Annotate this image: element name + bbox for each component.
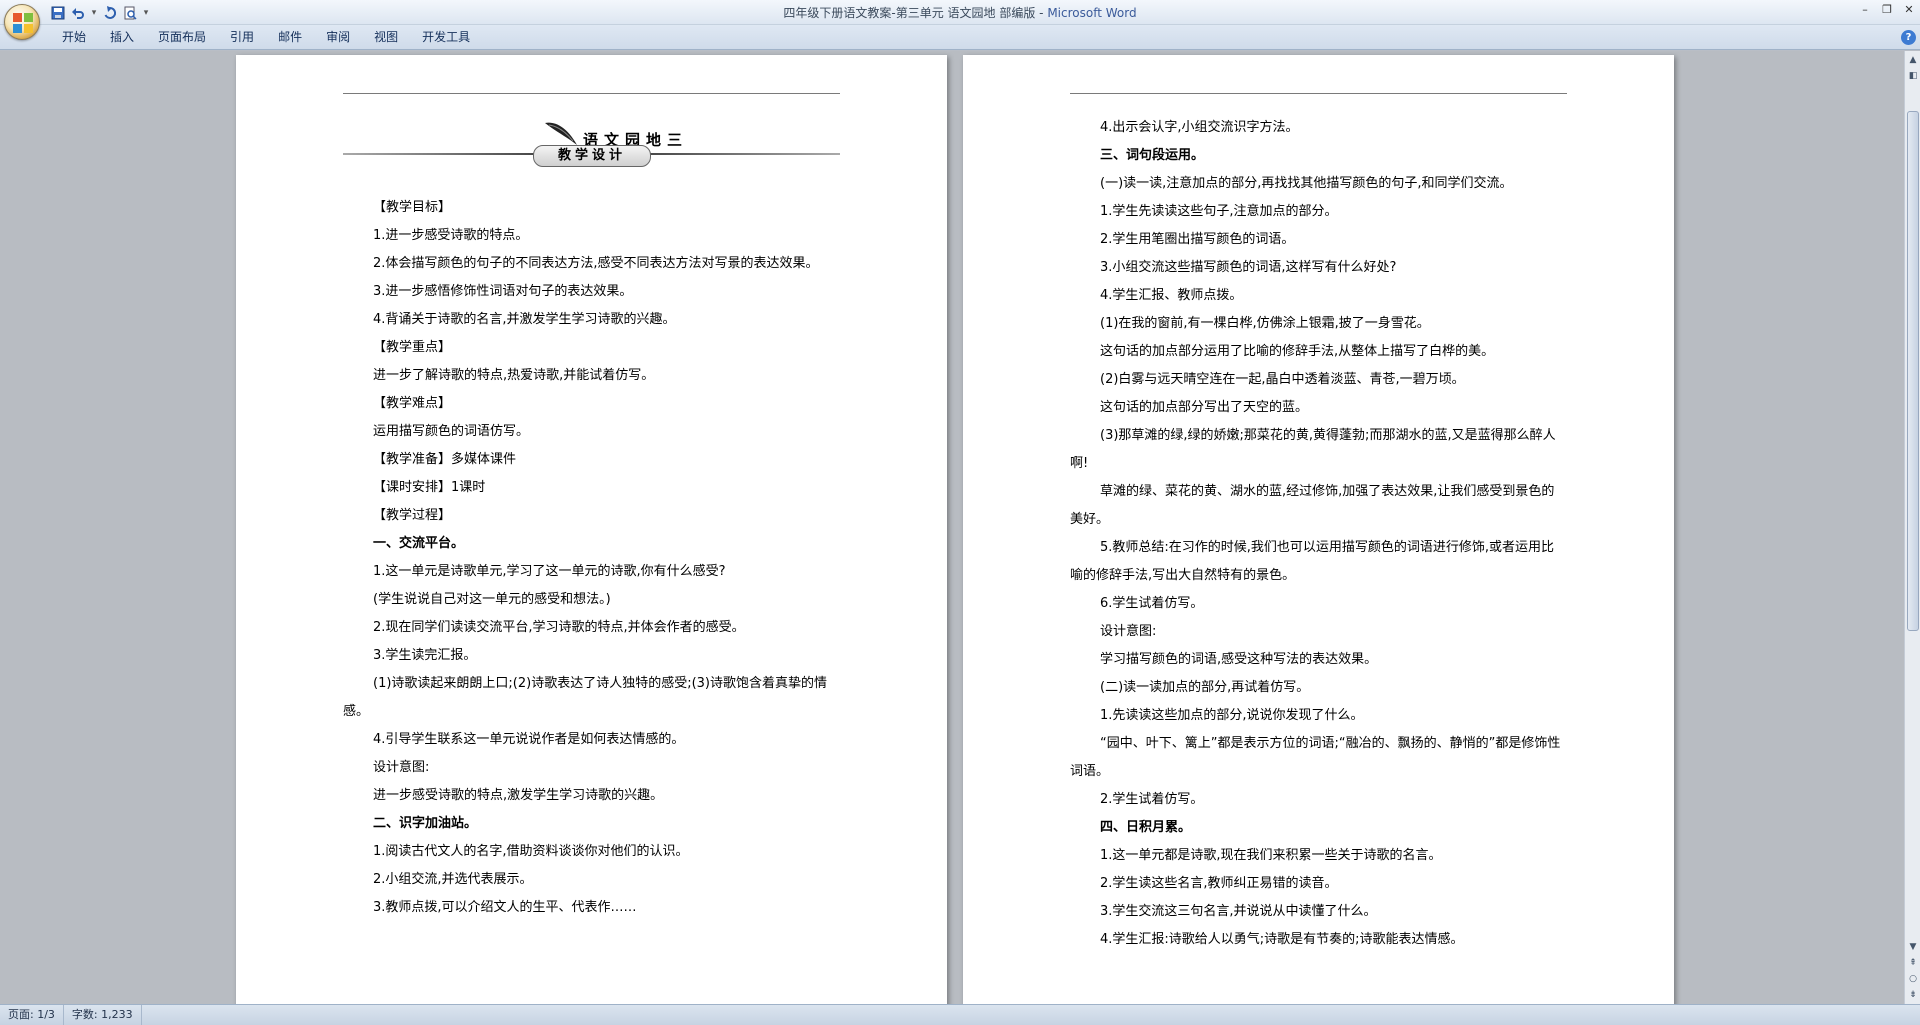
document-page-2: 4.出示会认字,小组交流识字方法。 三、词句段运用。 (一)读一读,注意加点的部分,… <box>963 55 1674 1004</box>
paragraph: 3.小组交流这些描写颜色的词语,这样写有什么好处? <box>1100 260 1397 275</box>
paragraph: 进一步了解诗歌的特点,热爱诗歌,并能试着仿写。 <box>373 368 655 383</box>
paragraph: 【教学目标】 <box>373 200 452 215</box>
vertical-scrollbar[interactable]: ▲ ◧ ▼ ⇞ ○ ⇟ <box>1904 51 1920 1004</box>
paragraph: 【教学重点】 <box>373 340 452 355</box>
paragraph: 三、词句段运用。 <box>1100 148 1205 163</box>
paragraph: 学习描写颜色的词语,感受这种写法的表达效果。 <box>1100 652 1378 667</box>
close-button[interactable]: ✕ <box>1898 0 1920 18</box>
paragraph: 2.小组交流,并选代表展示。 <box>373 872 533 887</box>
paragraph: 4.引导学生联系这一单元说说作者是如何表达情感的。 <box>373 732 685 747</box>
header-rule <box>343 93 840 94</box>
paragraph: (2)白雾与远天晴空连在一起,晶白中透着淡蓝、青苍,一碧万顷。 <box>1100 372 1465 387</box>
section-banner: 语文园地三 教学设计 <box>343 115 840 175</box>
previous-page-icon[interactable]: ⇞ <box>1906 956 1920 970</box>
paragraph: 2.学生用笔圈出描写颜色的词语。 <box>1100 232 1295 247</box>
paragraph: 4.学生汇报、教师点拨。 <box>1100 288 1243 303</box>
word-count[interactable]: 字数: 1,233 <box>64 1005 142 1025</box>
title-separator: - <box>1035 6 1048 20</box>
paragraph: 【教学难点】 <box>373 396 452 411</box>
paragraph: 5.教师总结:在习作的时候,我们也可以运用描写颜色的词语进行修饰,或者运用比喻的… <box>1070 540 1555 583</box>
paragraph: 二、识字加油站。 <box>373 816 478 831</box>
paragraph: 进一步感受诗歌的特点,激发学生学习诗歌的兴趣。 <box>373 788 664 803</box>
paragraph: (学生说说自己对这一单元的感受和想法。) <box>373 592 611 607</box>
paragraph: 设计意图: <box>1100 624 1157 639</box>
page-count[interactable]: 页面: 1/3 <box>0 1005 64 1025</box>
paragraph: 3.进一步感悟修饰性词语对句子的表达效果。 <box>373 284 633 299</box>
tab-developer[interactable]: 开发工具 <box>410 25 482 50</box>
title-bar: ▾ ▾ 四年级下册语文教案-第三单元 语文园地 部编版 - Microsoft … <box>0 0 1920 25</box>
window-title: 四年级下册语文教案-第三单元 语文园地 部编版 - Microsoft Word <box>0 4 1920 21</box>
paragraph: 6.学生试着仿写。 <box>1100 596 1204 611</box>
header-rule <box>1070 93 1567 94</box>
office-logo-icon <box>13 13 33 33</box>
paragraph: 1.学生先读读这些句子,注意加点的部分。 <box>1100 204 1338 219</box>
paragraph: 2.现在同学们读读交流平台,学习诗歌的特点,并体会作者的感受。 <box>373 620 745 635</box>
help-icon[interactable]: ? <box>1901 30 1916 45</box>
paragraph: 这句话的加点部分运用了比喻的修辞手法,从整体上描写了白桦的美。 <box>1100 344 1495 359</box>
paragraph: 一、交流平台。 <box>373 536 465 551</box>
paragraph: 运用描写颜色的词语仿写。 <box>373 424 530 439</box>
paragraph: 2.体会描写颜色的句子的不同表达方法,感受不同表达方法对写景的表达效果。 <box>373 256 819 271</box>
document-page-1: 语文园地三 教学设计 【教学目标】 1.进一步感受诗歌的特点。 2.体会描写颜色的句… <box>236 55 947 1004</box>
paragraph: 4.学生汇报:诗歌给人以勇气;诗歌是有节奏的;诗歌能表达情感。 <box>1100 932 1464 947</box>
paragraph: “园中、叶下、篱上”都是表示方位的词语;“融冶的、飘扬的、静悄的”都是修饰性词语… <box>1070 736 1561 779</box>
status-bar: 页面: 1/3 字数: 1,233 <box>0 1004 1920 1025</box>
ribbon-tab-bar: 开始 插入 页面布局 引用 邮件 审阅 视图 开发工具 ? <box>0 25 1920 50</box>
office-button[interactable] <box>4 4 40 40</box>
tab-view[interactable]: 视图 <box>362 25 410 50</box>
paragraph: 3.学生交流这三句名言,并说说从中读懂了什么。 <box>1100 904 1377 919</box>
ruler-toggle-icon[interactable]: ◧ <box>1906 69 1920 83</box>
ribbon-tabs: 开始 插入 页面布局 引用 邮件 审阅 视图 开发工具 <box>50 25 482 50</box>
paragraph: 【课时安排】1课时 <box>373 480 486 495</box>
paragraph: 草滩的绿、菜花的黄、湖水的蓝,经过修饰,加强了表达效果,让我们感受到景色的美好。 <box>1070 484 1555 527</box>
paragraph: 4.出示会认字,小组交流识字方法。 <box>1100 120 1299 135</box>
paragraph: (二)读一读加点的部分,再试着仿写。 <box>1100 680 1310 695</box>
paragraph: 设计意图: <box>373 760 430 775</box>
tab-references[interactable]: 引用 <box>218 25 266 50</box>
paragraph: 1.先读读这些加点的部分,说说你发现了什么。 <box>1100 708 1364 723</box>
minimize-button[interactable]: – <box>1854 0 1876 18</box>
page-1-body: 【教学目标】 1.进一步感受诗歌的特点。 2.体会描写颜色的句子的不同表达方法,感受… <box>343 194 840 922</box>
paragraph: (3)那草滩的绿,绿的娇嫩;那菜花的黄,黄得蓬勃;而那湖水的蓝,又是蓝得那么醉人… <box>1070 428 1556 471</box>
paragraph: 1.进一步感受诗歌的特点。 <box>373 228 529 243</box>
paragraph: 2.学生读这些名言,教师纠正易错的读音。 <box>1100 876 1338 891</box>
paragraph: 四、日积月累。 <box>1100 820 1192 835</box>
browse-object-icon[interactable]: ○ <box>1906 972 1920 986</box>
scroll-thumb[interactable] <box>1907 111 1919 631</box>
paragraph: 3.教师点拨,可以介绍文人的生平、代表作…… <box>373 900 637 915</box>
scroll-down-icon[interactable]: ▼ <box>1906 940 1920 954</box>
banner-tag: 教学设计 <box>533 145 651 167</box>
tab-page-layout[interactable]: 页面布局 <box>146 25 218 50</box>
paragraph: (1)在我的窗前,有一棵白桦,仿佛涂上银霜,披了一身雪花。 <box>1100 316 1430 331</box>
page-2-body: 4.出示会认字,小组交流识字方法。 三、词句段运用。 (一)读一读,注意加点的部分,… <box>1070 114 1567 954</box>
scroll-up-icon[interactable]: ▲ <box>1906 53 1920 67</box>
tab-review[interactable]: 审阅 <box>314 25 362 50</box>
paragraph: 1.阅读古代文人的名字,借助资料谈谈你对他们的认识。 <box>373 844 689 859</box>
paragraph: 1.这一单元都是诗歌,现在我们来积累一些关于诗歌的名言。 <box>1100 848 1442 863</box>
paragraph: 1.这一单元是诗歌单元,学习了这一单元的诗歌,你有什么感受? <box>373 564 726 579</box>
paragraph: 4.背诵关于诗歌的名言,并激发学生学习诗歌的兴趣。 <box>373 312 676 327</box>
tab-home[interactable]: 开始 <box>50 25 98 50</box>
tab-insert[interactable]: 插入 <box>98 25 146 50</box>
app-name: Microsoft Word <box>1047 6 1137 20</box>
paragraph: (1)诗歌读起来朗朗上口;(2)诗歌表达了诗人独特的感受;(3)诗歌饱含着真挚的… <box>343 676 828 719</box>
tab-mailings[interactable]: 邮件 <box>266 25 314 50</box>
paragraph: 2.学生试着仿写。 <box>1100 792 1204 807</box>
paragraph: 【教学准备】多媒体课件 <box>373 452 517 467</box>
paragraph: (一)读一读,注意加点的部分,再找找其他描写颜色的句子,和同学们交流。 <box>1100 176 1513 191</box>
document-name: 四年级下册语文教案-第三单元 语文园地 部编版 <box>783 6 1036 20</box>
paragraph: 【教学过程】 <box>373 508 452 523</box>
next-page-icon[interactable]: ⇟ <box>1906 988 1920 1002</box>
restore-button[interactable]: ❐ <box>1876 0 1898 18</box>
paragraph: 这句话的加点部分写出了天空的蓝。 <box>1100 400 1309 415</box>
window-controls: – ❐ ✕ <box>1854 0 1920 18</box>
paragraph: 3.学生读完汇报。 <box>373 648 477 663</box>
document-workspace: 语文园地三 教学设计 【教学目标】 1.进一步感受诗歌的特点。 2.体会描写颜色的句… <box>0 51 1904 1004</box>
